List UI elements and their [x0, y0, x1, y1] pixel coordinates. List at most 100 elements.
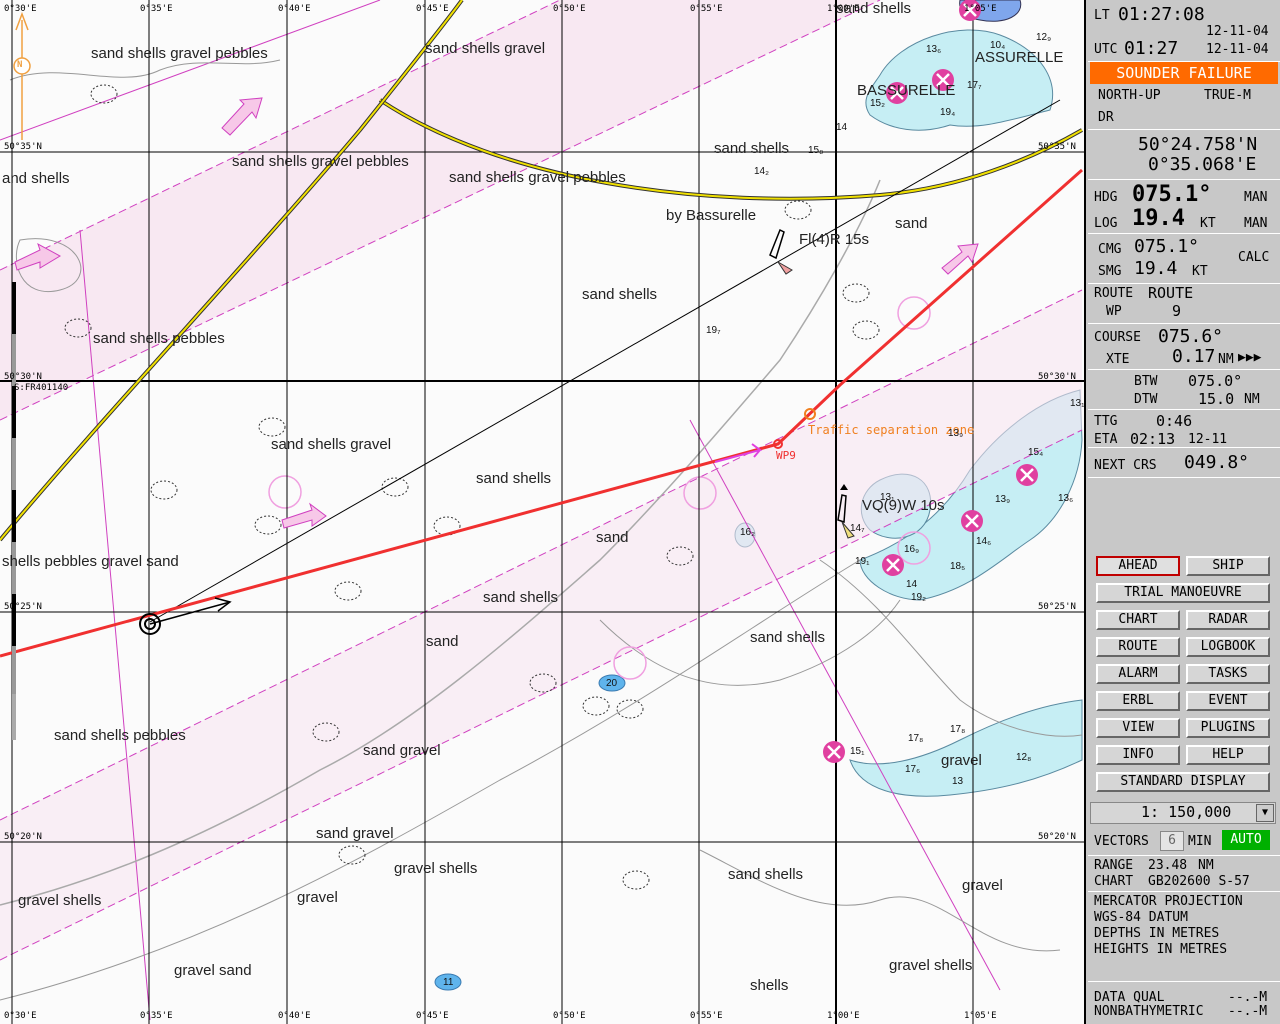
view-button[interactable]: VIEW	[1096, 718, 1180, 738]
alarm-button[interactable]: ALARM	[1096, 664, 1180, 684]
seabed-label: sand shells	[582, 286, 658, 303]
lon-label: 0°30'E	[4, 1011, 37, 1021]
sounding: 16₂	[740, 527, 756, 538]
sounding: 19₂	[911, 592, 927, 603]
eta-label: ETA	[1094, 432, 1118, 447]
smg-label: SMG	[1098, 264, 1122, 279]
lon-label: 0°45'E	[416, 1011, 449, 1021]
sounding: 15₂	[870, 98, 886, 109]
orientation-mode[interactable]: NORTH-UP	[1098, 88, 1161, 103]
sounding: 11	[443, 977, 454, 988]
tasks-button[interactable]: TASKS	[1186, 664, 1270, 684]
seabed-label: gravel	[941, 752, 982, 769]
btw-value: 075.0°	[1188, 372, 1243, 390]
route-value: ROUTE	[1148, 284, 1194, 302]
seabed-label: shells	[750, 977, 789, 994]
chart-label: CHART	[1094, 874, 1134, 889]
erbl-button[interactable]: ERBL	[1096, 691, 1180, 711]
seabed-label: sand shells gravel pebbles	[232, 153, 409, 170]
hdg-label: HDG	[1094, 190, 1118, 205]
range-unit: NM	[1198, 858, 1214, 873]
range-value: 23.48	[1148, 858, 1188, 873]
seabed-label: gravel	[297, 889, 338, 906]
route-button[interactable]: ROUTE	[1096, 637, 1180, 657]
vectors-time-input[interactable]: 6	[1160, 831, 1184, 851]
latitude: 50°24.758'N	[1138, 134, 1258, 155]
trial-manoeuvre-button[interactable]: TRIAL MANOEUVRE	[1096, 583, 1270, 603]
bank-name: ASSURELLE	[975, 49, 1064, 66]
shoal-area	[849, 699, 1083, 797]
buoy-name: by Bassurelle	[666, 207, 757, 224]
sounding: 15₁	[850, 746, 865, 757]
lon-label: 0°40'E	[278, 4, 311, 14]
info-button[interactable]: INFO	[1096, 745, 1180, 765]
position-block: 50°24.758'N 0°35.068'E	[1088, 130, 1280, 180]
hdg-source: MAN	[1244, 190, 1268, 205]
ship-button[interactable]: SHIP	[1186, 556, 1270, 576]
scale-select[interactable]: 1: 150,000 ▼	[1090, 802, 1276, 824]
motion-mode[interactable]: TRUE-M	[1204, 88, 1251, 103]
seabed-label: sand shells gravel	[271, 436, 392, 453]
sounding: 17₈	[908, 733, 924, 744]
chart-cell-id: S:FR401140	[14, 383, 69, 393]
height-unit-info: HEIGHTS IN METRES	[1094, 942, 1228, 957]
cmg-block: CMG 075.1° CALC SMG 19.4 KT	[1088, 234, 1280, 284]
ttg-value: 0:46	[1156, 412, 1193, 430]
sounding: 12₉	[1036, 32, 1052, 43]
sounding: 16₉	[904, 544, 920, 555]
sounding: 12₈	[1016, 752, 1032, 763]
seabed-label: sand shells	[483, 589, 559, 606]
plugins-button[interactable]: PLUGINS	[1186, 718, 1270, 738]
chart-info-block: MERCATOR PROJECTION WGS-84 DATUM DEPTHS …	[1088, 892, 1280, 982]
cmg-value: 075.1°	[1134, 236, 1200, 257]
chevron-down-icon[interactable]: ▼	[1256, 804, 1274, 822]
seabed-label: and shells	[2, 170, 70, 187]
cmg-label: CMG	[1098, 242, 1122, 257]
shoal-area	[865, 29, 1054, 131]
alarm-banner[interactable]: SOUNDER FAILURE	[1090, 62, 1278, 84]
next-course-label: NEXT CRS	[1094, 458, 1157, 473]
lon-label: 1°05'E	[964, 1011, 997, 1021]
time-block: LT 01:27:08 12-11-04 UTC 01:27 12-11-04	[1088, 0, 1280, 62]
lon-label: 0°35'E	[140, 4, 173, 14]
range-label: RANGE	[1094, 858, 1134, 873]
lat-label: 50°20'N	[1038, 832, 1076, 842]
smg-value: 19.4	[1134, 258, 1178, 279]
log-value: 19.4	[1132, 206, 1185, 231]
sounding: 14₆	[976, 536, 992, 547]
xte-label: XTE	[1106, 352, 1130, 367]
lt-time: 01:27:08	[1118, 4, 1205, 25]
lat-label: 50°20'N	[4, 832, 42, 842]
seabed-label: sand	[596, 529, 629, 546]
lon-label: 0°50'E	[553, 1011, 586, 1021]
xte-direction-icon: ▶▶▶	[1238, 350, 1262, 365]
chart-display[interactable]: N 0°30'E 0°35'E 0°40'E 0°45'E 0°50'E 0°5…	[0, 0, 1086, 1024]
sounding: 13₉	[948, 428, 964, 439]
ahead-button[interactable]: AHEAD	[1096, 556, 1180, 576]
info-panel: LT 01:27:08 12-11-04 UTC 01:27 12-11-04 …	[1088, 0, 1280, 1024]
chart-button[interactable]: CHART	[1096, 610, 1180, 630]
lon-label: 0°45'E	[416, 4, 449, 14]
sounding: 15₈	[808, 145, 824, 156]
range-block: RANGE 23.48 NM CHART GB202600 S-57	[1088, 856, 1280, 892]
longitude: 0°35.068'E	[1148, 154, 1257, 175]
vectors-unit: MIN	[1188, 834, 1212, 849]
sounding: 13₁	[1070, 398, 1085, 409]
chart-value: GB202600 S-57	[1148, 874, 1250, 889]
event-button[interactable]: EVENT	[1186, 691, 1270, 711]
standard-display-button[interactable]: STANDARD DISPLAY	[1096, 772, 1270, 792]
dtw-value: 15.0	[1198, 390, 1235, 408]
hdg-value: 075.1°	[1132, 182, 1212, 207]
lat-label: 50°25'N	[1038, 602, 1076, 612]
radar-button[interactable]: RADAR	[1186, 610, 1270, 630]
display-mode-block: NORTH-UP TRUE-M DR	[1088, 86, 1280, 130]
data-quality-block: DATA QUAL --.-M NONBATHYMETRIC --.-M	[1088, 982, 1280, 1024]
logbook-button[interactable]: LOGBOOK	[1186, 637, 1270, 657]
sounding: 13	[952, 776, 964, 787]
help-button[interactable]: HELP	[1186, 745, 1270, 765]
seabed-label: sand shells pebbles	[93, 330, 225, 347]
vectors-auto-toggle[interactable]: AUTO	[1222, 830, 1270, 850]
lat-label: 50°35'N	[4, 142, 42, 152]
utc-label: UTC	[1094, 42, 1118, 57]
heading-block: HDG 075.1° MAN LOG 19.4 KT MAN	[1088, 180, 1280, 234]
